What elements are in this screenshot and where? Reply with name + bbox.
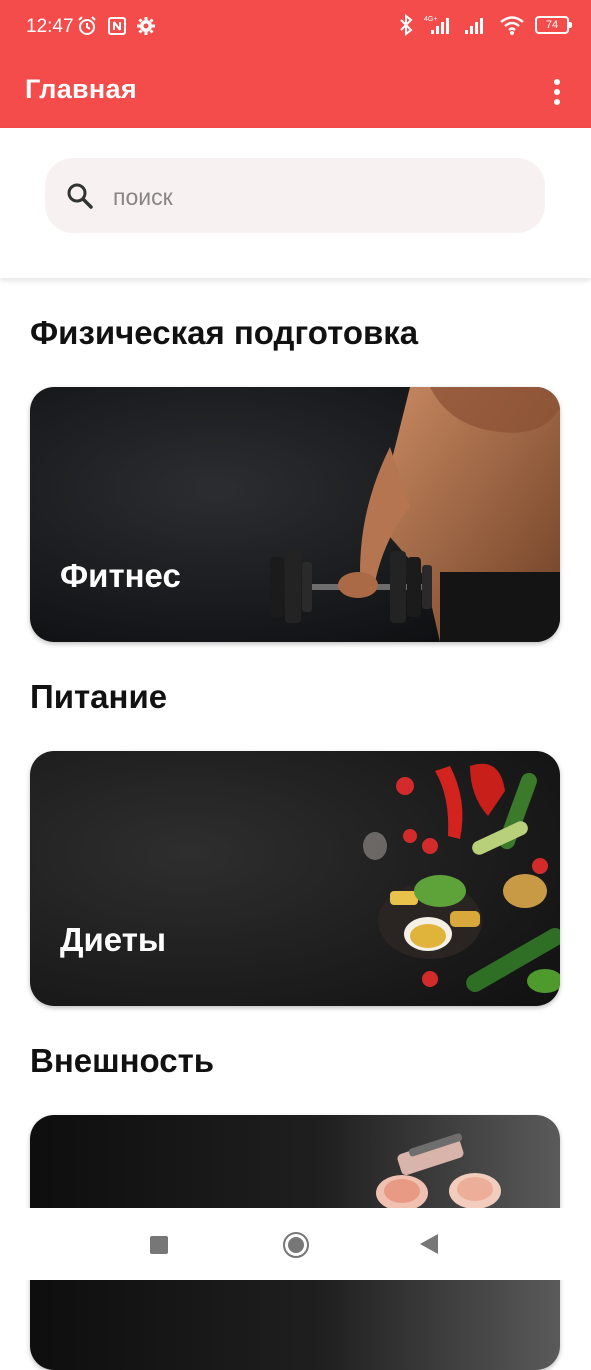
card-fitness[interactable]: Фитнес: [30, 387, 560, 642]
signal-icon: 4G+: [424, 16, 449, 34]
status-icons-right: 4G+ 74: [399, 14, 572, 36]
network-type: 4G+: [424, 16, 437, 23]
system-nav-bar: [0, 1208, 591, 1280]
back-triangle-icon[interactable]: [420, 1234, 438, 1254]
status-bar: 12:47 4G+ 74: [0, 0, 591, 56]
wifi-icon: [500, 16, 524, 35]
page-title: Главная: [25, 74, 137, 104]
circle-icon[interactable]: [283, 1232, 309, 1258]
search-icon: [67, 183, 93, 209]
dot: [554, 79, 560, 85]
app-bar: Главная: [0, 56, 591, 128]
status-icons-left: [76, 15, 156, 37]
status-time: 12:47: [26, 16, 74, 37]
search-input[interactable]: [111, 176, 515, 218]
settings-icon: [137, 17, 155, 35]
dot: [554, 99, 560, 105]
section-title-appearance: Внешность: [30, 1042, 215, 1079]
diets-image: [30, 751, 560, 1006]
alarm-icon: [78, 16, 96, 35]
card-label-fitness: Фитнес: [60, 557, 181, 594]
bluetooth-icon: [400, 14, 413, 36]
signal-icon: [465, 18, 483, 34]
nfc-icon: [108, 17, 126, 35]
section-title-nutrition: Питание: [30, 678, 168, 715]
more-vert-icon[interactable]: [545, 74, 569, 110]
search-area: [0, 128, 591, 278]
card-diets[interactable]: Диеты: [30, 751, 560, 1006]
fitness-image: [30, 387, 560, 642]
battery-icon: 74: [535, 16, 572, 34]
section-title-fitness: Физическая подготовка: [30, 314, 419, 351]
search-box[interactable]: [45, 158, 545, 233]
dot: [554, 89, 560, 95]
card-label-diets: Диеты: [60, 921, 167, 958]
square-icon[interactable]: [150, 1236, 168, 1254]
